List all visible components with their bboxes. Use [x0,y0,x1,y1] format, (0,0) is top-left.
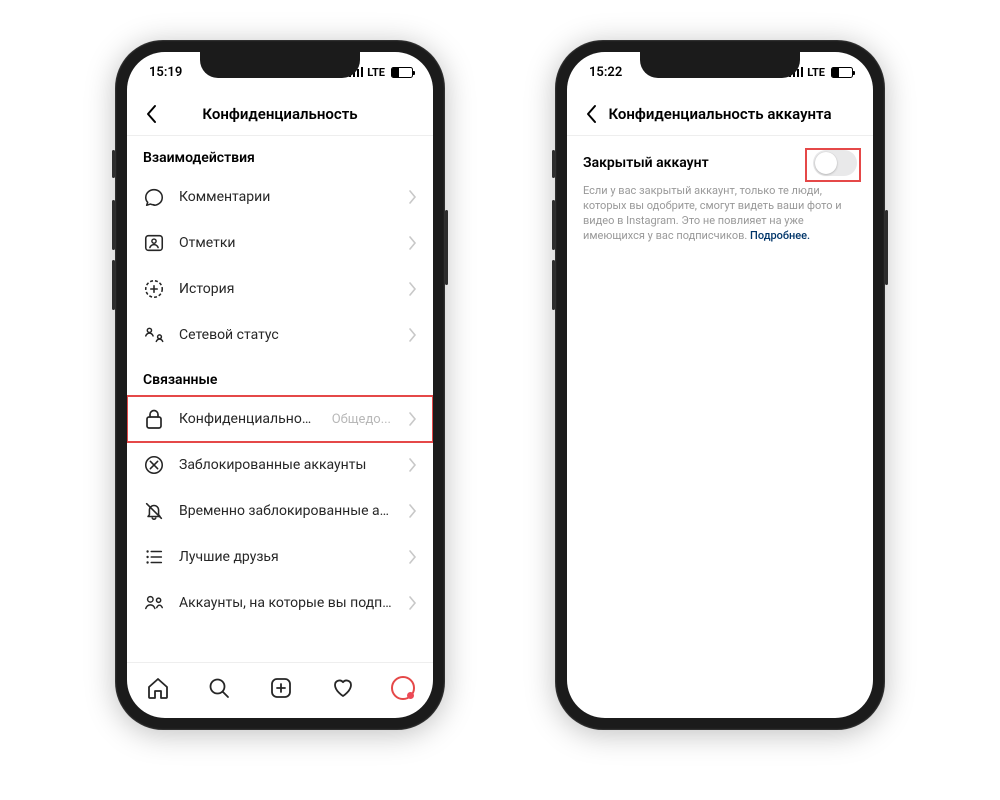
tab-home[interactable] [145,675,171,701]
tab-activity[interactable] [330,675,356,701]
chevron-right-icon [409,328,417,342]
notification-dot-icon [407,692,414,699]
row-label: Аккаунты, на которые вы подписаны [179,595,395,611]
row-label: Лучшие друзья [179,549,395,565]
private-account-description: Если у вас закрытый аккаунт, только те л… [583,184,857,243]
blocked-icon [143,454,165,476]
row-account-privacy[interactable]: Конфиденциальность аккаунта Общедо... [127,396,433,442]
row-value: Общедо... [332,412,391,427]
activity-status-icon [143,324,165,346]
back-button[interactable] [139,102,163,126]
nav-bar: Конфиденциальность аккаунта [567,92,873,136]
private-account-label: Закрытый аккаунт [583,155,709,171]
row-label: Сетевой статус [179,327,395,343]
section-header-connections: Связанные [127,358,433,396]
row-label: Заблокированные аккаунты [179,457,395,473]
chevron-right-icon [409,458,417,472]
private-account-toggle[interactable] [813,150,857,176]
tab-profile[interactable] [391,676,415,700]
accounts-following-icon [143,592,165,614]
nav-title: Конфиденциальность [202,105,357,123]
row-close-friends[interactable]: Лучшие друзья [127,534,433,580]
tag-person-icon [143,232,165,254]
chevron-right-icon [409,412,417,426]
battery-icon [391,67,413,78]
section-header-interactions: Взаимодействия [127,136,433,174]
row-comments[interactable]: Комментарии [127,174,433,220]
chevron-left-icon [585,104,597,124]
row-muted-accounts[interactable]: Временно заблокированные аккаунты [127,488,433,534]
nav-title: Конфиденциальность аккаунта [608,105,831,123]
row-following[interactable]: Аккаунты, на которые вы подписаны [127,580,433,626]
status-time: 15:19 [149,65,182,80]
status-carrier: LTE [807,66,825,79]
row-label: Временно заблокированные аккаунты [179,503,395,519]
phone-mockup-account-privacy: 15:22 LTE Конфиденциальность аккаунта За… [555,40,885,730]
chevron-right-icon [409,236,417,250]
row-label: Отметки [179,235,395,251]
tab-search[interactable] [206,675,232,701]
row-activity-status[interactable]: Сетевой статус [127,312,433,358]
row-label: Конфиденциальность аккаунта [179,411,318,427]
comment-icon [143,186,165,208]
row-tags[interactable]: Отметки [127,220,433,266]
status-time: 15:22 [589,65,622,80]
chevron-left-icon [145,104,157,124]
battery-icon [831,67,853,78]
chevron-right-icon [409,282,417,296]
nav-bar: Конфиденциальность [127,92,433,136]
muted-bell-icon [143,500,165,522]
chevron-right-icon [409,550,417,564]
tab-bar [127,662,433,718]
tab-add[interactable] [268,675,294,701]
chevron-right-icon [409,504,417,518]
row-label: Комментарии [179,189,395,205]
lock-icon [143,408,165,430]
row-story[interactable]: История [127,266,433,312]
status-carrier: LTE [367,66,385,79]
add-story-icon [143,278,165,300]
row-label: История [179,281,395,297]
row-blocked-accounts[interactable]: Заблокированные аккаунты [127,442,433,488]
phone-mockup-privacy: 15:19 LTE Конфиденциальность Взаимодейст… [115,40,445,730]
learn-more-link[interactable]: Подробнее. [750,229,810,242]
chevron-right-icon [409,190,417,204]
list-icon [143,546,165,568]
back-button[interactable] [579,102,603,126]
chevron-right-icon [409,596,417,610]
